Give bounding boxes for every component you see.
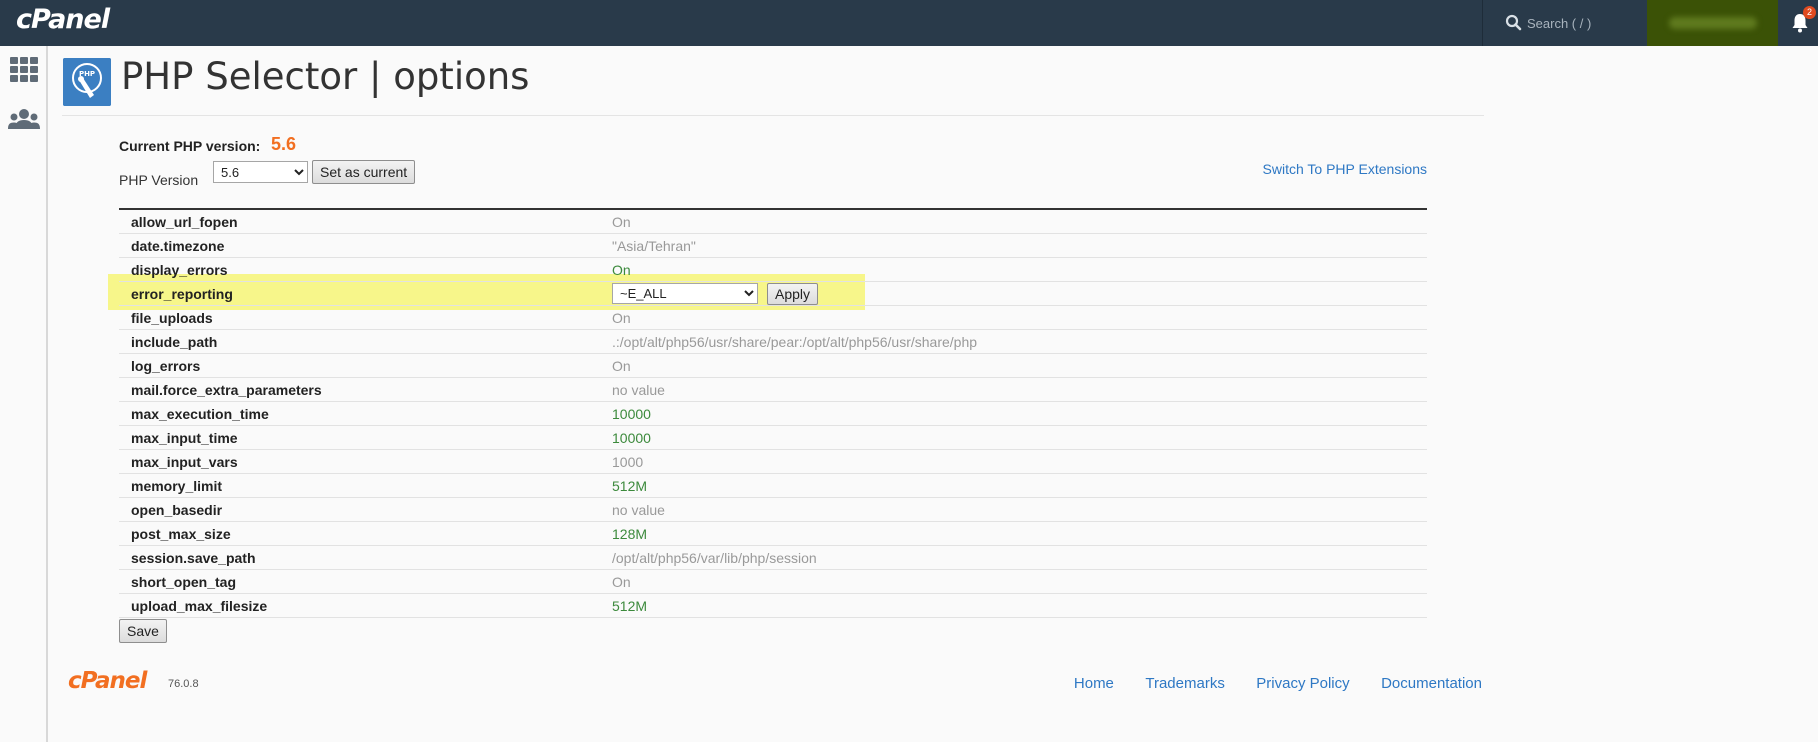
option-name: include_path xyxy=(131,334,218,350)
username-blurred xyxy=(1669,17,1757,29)
option-value[interactable]: 10000 xyxy=(612,406,651,422)
option-name: max_input_vars xyxy=(131,454,238,470)
option-value[interactable]: On xyxy=(612,310,631,326)
switch-to-extensions-link[interactable]: Switch To PHP Extensions xyxy=(1263,161,1427,177)
search-icon xyxy=(1505,14,1522,31)
option-row: display_errors On xyxy=(119,258,1427,282)
option-value[interactable]: /opt/alt/php56/var/lib/php/session xyxy=(612,550,817,566)
option-row: max_input_vars 1000 xyxy=(119,450,1427,474)
option-row: allow_url_fopen On xyxy=(119,210,1427,234)
top-bar: cPanel 2 xyxy=(0,0,1818,46)
option-name: mail.force_extra_parameters xyxy=(131,382,322,398)
option-row: session.save_path/opt/alt/php56/var/lib/… xyxy=(119,546,1427,570)
option-name: memory_limit xyxy=(131,478,223,494)
php-version-select[interactable]: 5.6 xyxy=(213,161,308,183)
option-row: include_path .:/opt/alt/php56/usr/share/p… xyxy=(119,330,1427,354)
option-value[interactable]: 512M xyxy=(612,478,647,494)
footer-link-home[interactable]: Home xyxy=(1074,675,1114,692)
option-name: max_input_time xyxy=(131,430,238,446)
page-title: PHP Selector | options xyxy=(121,55,530,98)
user-menu-button[interactable] xyxy=(1647,0,1778,46)
option-name: open_basedir xyxy=(131,502,223,518)
option-value[interactable]: "Asia/Tehran" xyxy=(612,238,696,254)
users-icon[interactable] xyxy=(6,102,42,138)
search-box xyxy=(1483,0,1647,46)
option-name: display_errors xyxy=(131,262,228,278)
current-version-label: Current PHP version: xyxy=(119,138,261,154)
option-value[interactable]: no value xyxy=(612,502,665,518)
footer-link-documentation[interactable]: Documentation xyxy=(1381,675,1482,692)
option-name: post_max_size xyxy=(131,526,231,542)
error-reporting-select[interactable]: ~E_ALL xyxy=(612,283,758,304)
option-name: short_open_tag xyxy=(131,574,237,590)
option-row: max_execution_time 10000 xyxy=(119,402,1427,426)
sidebar xyxy=(0,46,48,742)
save-button[interactable]: Save xyxy=(119,619,167,643)
option-value[interactable]: On xyxy=(612,358,631,374)
php-selector-icon: PHP xyxy=(63,58,111,106)
current-version-value: 5.6 xyxy=(271,134,297,154)
option-row: post_max_size 128M xyxy=(119,522,1427,546)
option-value[interactable]: 1000 xyxy=(612,454,643,470)
header-divider xyxy=(62,115,1484,116)
option-row: error_reporting ~E_ALL Apply xyxy=(119,282,1427,306)
option-name: error_reporting xyxy=(131,286,233,302)
option-name: session.save_path xyxy=(131,550,256,566)
footer-link-trademarks[interactable]: Trademarks xyxy=(1145,675,1224,692)
options-table: allow_url_fopen On date.timezone "Asia/Tehr… xyxy=(119,208,1427,618)
option-row: file_uploads On xyxy=(119,306,1427,330)
footer-links: Home Trademarks Privacy Policy Documenta… xyxy=(1047,675,1482,693)
option-value[interactable]: On xyxy=(612,574,631,590)
option-row: mail.force_extra_parameters no value xyxy=(119,378,1427,402)
php-version-label: PHP Version xyxy=(119,172,199,188)
search-input[interactable] xyxy=(1527,10,1639,36)
footer-link-privacy-policy[interactable]: Privacy Policy xyxy=(1256,675,1349,692)
option-name: max_execution_time xyxy=(131,406,269,422)
notification-badge: 2 xyxy=(1803,6,1816,19)
footer-version: 76.0.8 xyxy=(168,678,199,690)
option-name: file_uploads xyxy=(131,310,213,326)
option-row: short_open_tag On xyxy=(119,570,1427,594)
option-value[interactable]: 10000 xyxy=(612,430,651,446)
footer-cpanel-logo: cPanel xyxy=(68,668,147,694)
option-row: max_input_time 10000 xyxy=(119,426,1427,450)
option-row: date.timezone "Asia/Tehran" xyxy=(119,234,1427,258)
option-value[interactable]: no value xyxy=(612,382,665,398)
apply-button[interactable]: Apply xyxy=(767,283,819,305)
option-row: open_basedir no value xyxy=(119,498,1427,522)
option-name: upload_max_filesize xyxy=(131,598,268,614)
option-row: log_errors On xyxy=(119,354,1427,378)
option-row: upload_max_filesize 512M xyxy=(119,594,1427,618)
option-row: memory_limit 512M xyxy=(119,474,1427,498)
option-name: log_errors xyxy=(131,358,201,374)
apps-grid-icon[interactable] xyxy=(6,52,42,88)
cpanel-logo[interactable]: cPanel xyxy=(16,4,110,35)
option-value[interactable]: .:/opt/alt/php56/usr/share/pear:/opt/alt… xyxy=(612,334,977,350)
option-value[interactable]: 512M xyxy=(612,598,647,614)
set-as-current-button[interactable]: Set as current xyxy=(312,160,416,184)
option-name: allow_url_fopen xyxy=(131,214,238,230)
option-value[interactable]: On xyxy=(612,214,631,230)
option-name: date.timezone xyxy=(131,238,225,254)
option-value[interactable]: On xyxy=(612,262,631,278)
option-value[interactable]: 128M xyxy=(612,526,647,542)
